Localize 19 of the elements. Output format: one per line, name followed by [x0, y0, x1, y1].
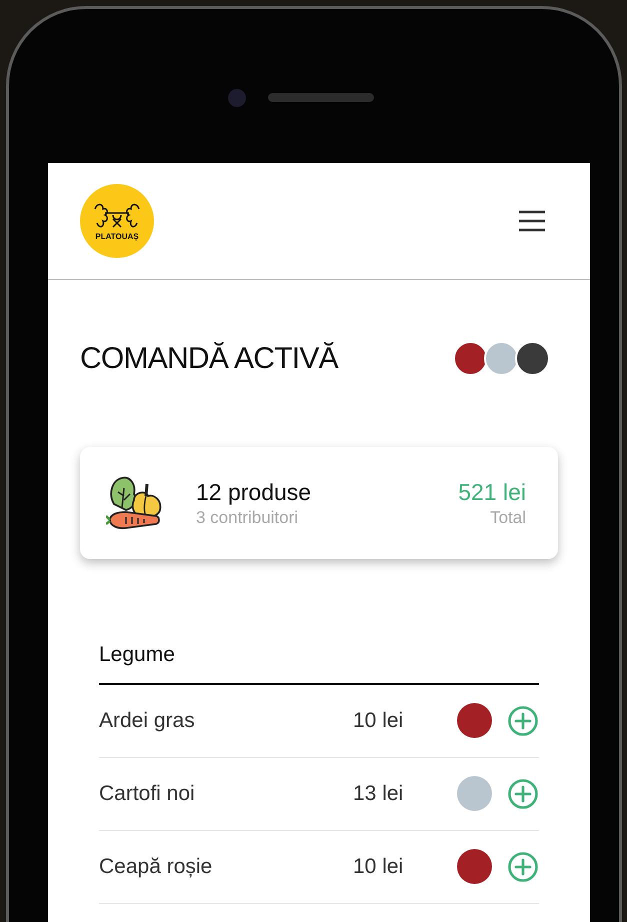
product-price: 10 lei: [353, 708, 404, 734]
product-name: Ardei gras: [99, 708, 196, 734]
add-icon[interactable]: [507, 778, 539, 810]
contributors-count: 3 contribuitori: [196, 506, 300, 528]
total-amount: 521 lei: [458, 478, 526, 507]
order-title: COMANDĂ ACTIVĂ: [80, 341, 338, 377]
add-icon[interactable]: [507, 850, 539, 882]
product-price: 10 lei: [353, 854, 404, 880]
product-price: 13 lei: [353, 780, 404, 807]
products-count: 12 produse: [196, 478, 312, 507]
total-label: Total: [490, 506, 526, 528]
camera-icon: [228, 89, 246, 107]
logo[interactable]: PLATOUAȘ: [80, 184, 154, 258]
menu-icon[interactable]: [518, 210, 546, 232]
category-title: Legume: [99, 639, 539, 684]
add-icon[interactable]: [507, 704, 539, 736]
logo-text: PLATOUAȘ: [95, 233, 139, 241]
product-name: Cartofi noi: [99, 780, 196, 807]
product-name: Ceapă roșie: [99, 854, 214, 880]
